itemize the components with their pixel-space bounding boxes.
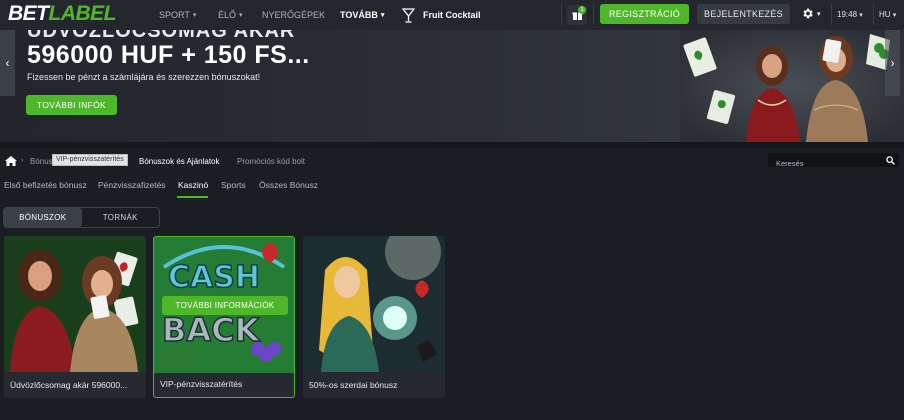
gear-icon: [803, 8, 813, 19]
gift-button[interactable]: 1: [567, 5, 587, 25]
nav-more[interactable]: TOVÁBB ▾: [340, 0, 384, 30]
nav-live[interactable]: ÉLŐ ▾: [218, 0, 243, 30]
breadcrumb-bonuses-offers[interactable]: Bónuszok és Ajánlatok: [139, 157, 220, 166]
register-button[interactable]: REGISZTRÁCIÓ: [600, 4, 689, 24]
banner-subtitle: Fizessen be pénzt a számlájára és szerez…: [27, 72, 261, 82]
nav-live-label: ÉLŐ: [218, 10, 237, 20]
chevron-down-icon: ▾: [239, 12, 243, 19]
tab-casino[interactable]: Kaszinó: [178, 180, 208, 190]
chevron-right-icon: ›: [21, 157, 24, 164]
banner-next-arrow[interactable]: ›: [885, 30, 900, 96]
banner-casino-hosts-image: [680, 30, 904, 142]
fruit-cocktail-label: Fruit Cocktail: [423, 10, 481, 20]
language-label: HU: [879, 10, 891, 19]
search-box: [768, 153, 899, 171]
banner-prev-arrow[interactable]: ‹: [0, 30, 15, 96]
divider: [561, 4, 562, 25]
section-divider: [0, 142, 904, 148]
bonus-card-welcome[interactable]: Üdvözlőcsomag akár 596000...: [4, 236, 146, 398]
logo-text-label: LABEL: [48, 2, 117, 25]
chevron-down-icon: ▾: [380, 12, 385, 19]
nav-sport-label: SPORT: [159, 10, 190, 20]
settings-menu[interactable]: ▾: [801, 7, 821, 20]
promo-banner: ÜDVÖZLŐCSOMAG AKÁR 596000 HUF + 150 FS..…: [0, 30, 904, 142]
toggle-tournaments[interactable]: TORNÁK: [82, 208, 160, 227]
chevron-right-icon: ›: [890, 56, 895, 70]
chevron-down-icon: ▾: [817, 10, 821, 18]
banner-more-info-button[interactable]: TOVÁBBI INFÓK: [26, 95, 117, 115]
login-button[interactable]: BEJELENTKEZÉS: [697, 4, 790, 24]
breadcrumb-promo-code-shop[interactable]: Promóciós kód bolt: [237, 157, 305, 166]
more-info-button[interactable]: TOVÁBBI INFORMÁCIÓK: [162, 296, 288, 315]
bonus-card-vip-cashback[interactable]: CASH BACK TOVÁBBI INFORMÁCIÓK VIP-pénzvi…: [153, 236, 295, 398]
logo-text-bet: BET: [8, 2, 49, 25]
divider: [873, 4, 874, 25]
banner-title: 596000 HUF + 150 FS...: [27, 41, 310, 69]
fruit-cocktail-link[interactable]: Fruit Cocktail: [402, 6, 481, 24]
toggle-bonuses[interactable]: BÓNUSZOK: [4, 208, 82, 227]
back-art-text: BACK: [162, 311, 261, 349]
betlabel-logo[interactable]: BETLABEL: [8, 3, 116, 25]
search-icon[interactable]: [886, 156, 895, 165]
tab-cashback[interactable]: Pénzvisszafizetés: [98, 180, 166, 190]
home-icon[interactable]: [5, 156, 17, 166]
nav-slots-label: NYERŐGÉPEK: [262, 10, 326, 20]
tooltip: VIP-pénzvisszatérítés: [52, 154, 128, 166]
nav-slots[interactable]: NYERŐGÉPEK: [262, 0, 325, 30]
chevron-down-icon: ▾: [192, 12, 197, 19]
bonus-card-wednesday[interactable]: 50%-os szerdai bónusz: [303, 236, 445, 398]
bonus-card-caption: VIP-pénzvisszatérítés: [160, 379, 243, 389]
bonus-category-tabs: Első befizetés bónusz Pénzvisszafizetés …: [0, 178, 904, 198]
welcome-bonus-image: [4, 236, 146, 372]
language-selector[interactable]: HU ▾: [879, 10, 896, 19]
chevron-down-icon: ▾: [859, 12, 863, 19]
tab-all-bonuses[interactable]: Összes Bónusz: [259, 180, 318, 190]
bonus-tournament-toggle: BÓNUSZOK TORNÁK: [3, 207, 160, 228]
cocktail-icon: [402, 7, 415, 23]
wednesday-bonus-image: [303, 236, 445, 372]
nav-more-label: TOVÁBB: [340, 10, 378, 20]
clock[interactable]: 19:48 ▾: [837, 10, 863, 19]
divider: [593, 4, 594, 25]
cash-art-text: CASH: [168, 260, 260, 295]
bonus-card-caption: 50%-os szerdai bónusz: [309, 380, 398, 390]
chevron-down-icon: ▾: [892, 12, 897, 19]
gift-count-badge: 1: [578, 6, 586, 14]
nav-sport[interactable]: SPORT ▾: [159, 0, 196, 30]
top-navigation-bar: BETLABEL SPORT ▾ ÉLŐ ▾ NYERŐGÉPEK TOVÁBB ▾ …: [0, 0, 904, 30]
search-input[interactable]: [768, 156, 878, 171]
divider: [831, 4, 832, 25]
clock-time: 19:48: [837, 10, 858, 19]
active-tab-indicator: [177, 196, 208, 198]
bonus-card-caption: Üdvözlőcsomag akár 596000...: [10, 380, 128, 390]
chevron-left-icon: ‹: [5, 56, 10, 70]
tab-sports[interactable]: Sports: [221, 180, 246, 190]
tab-first-deposit[interactable]: Első befizetés bónusz: [4, 180, 87, 190]
